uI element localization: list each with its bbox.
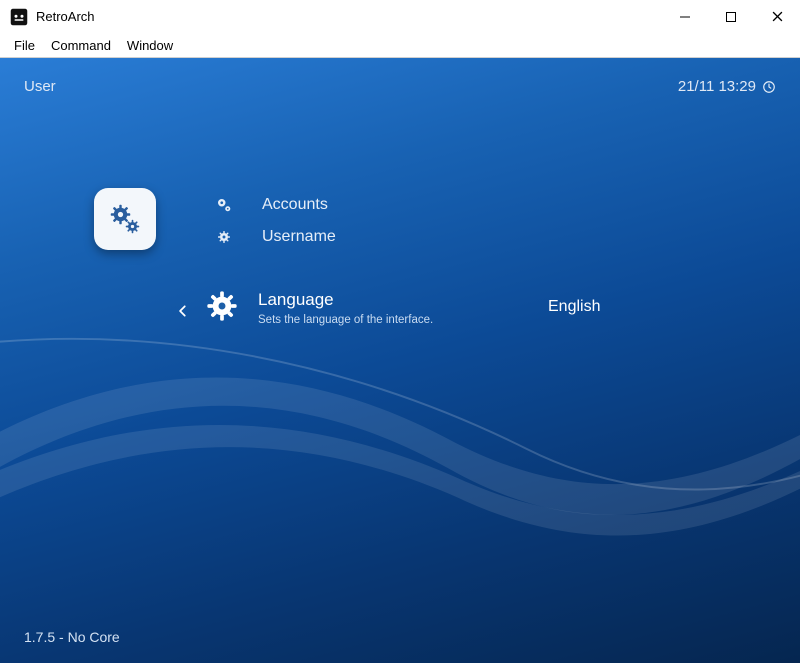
menu-command[interactable]: Command xyxy=(43,36,119,55)
user-category-tile[interactable] xyxy=(94,188,156,250)
option-accounts-label: Accounts xyxy=(262,196,328,214)
option-language-value[interactable]: English xyxy=(548,298,600,316)
option-username[interactable]: Username xyxy=(210,228,336,246)
app-icon xyxy=(10,8,28,26)
option-username-label: Username xyxy=(262,228,336,246)
clock: 21/11 13:29 xyxy=(678,78,776,95)
clock-text: 21/11 13:29 xyxy=(678,78,756,95)
menu-window[interactable]: Window xyxy=(119,36,181,55)
option-language-label: Language xyxy=(258,290,433,310)
window-titlebar: RetroArch xyxy=(0,0,800,34)
menu-file[interactable]: File xyxy=(6,36,43,55)
gears-icon xyxy=(107,201,143,237)
window-title: RetroArch xyxy=(36,9,662,24)
option-accounts[interactable]: Accounts xyxy=(210,196,328,214)
menubar: File Command Window xyxy=(0,34,800,58)
gears-icon xyxy=(210,196,238,214)
gear-icon xyxy=(210,229,238,245)
gear-icon xyxy=(206,290,238,327)
minimize-button[interactable] xyxy=(662,0,708,34)
background-wave xyxy=(0,58,800,650)
status-footer: 1.7.5 - No Core xyxy=(24,629,120,645)
chevron-left-icon[interactable] xyxy=(176,302,190,325)
maximize-button[interactable] xyxy=(708,0,754,34)
xmb-header: User 21/11 13:29 xyxy=(24,78,776,95)
close-button[interactable] xyxy=(754,0,800,34)
option-language-description: Sets the language of the interface. xyxy=(258,314,433,326)
retroarch-content: User 21/11 13:29 xyxy=(0,58,800,663)
option-language[interactable]: Language Sets the language of the interf… xyxy=(258,290,433,326)
clock-icon xyxy=(762,80,776,94)
section-title: User xyxy=(24,78,56,95)
